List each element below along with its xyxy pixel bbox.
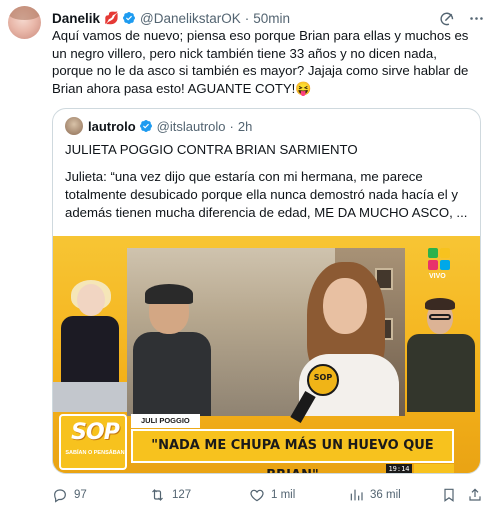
author-name[interactable]: Danelik bbox=[52, 11, 100, 26]
share-button[interactable] bbox=[467, 486, 483, 504]
retweet-icon bbox=[152, 489, 163, 501]
reply-icon bbox=[54, 489, 66, 503]
retweet-button[interactable]: 127 bbox=[149, 486, 191, 504]
host-left bbox=[53, 280, 127, 412]
heart-icon bbox=[250, 489, 264, 502]
live-label: VIVO bbox=[429, 273, 446, 280]
quoted-header: lautrolo @itslautrolo · 2h bbox=[65, 117, 252, 135]
video-thumbnail[interactable]: SOP VIVO SOP SABÍAN O PENSÁBAN JULI POGG… bbox=[53, 236, 480, 473]
lower-third: SOP SABÍAN O PENSÁBAN JULI POGGIO "NADA … bbox=[53, 414, 480, 473]
quoted-tweet[interactable]: lautrolo @itslautrolo · 2h JULIETA POGGI… bbox=[52, 108, 481, 474]
quoted-author-name[interactable]: lautrolo bbox=[88, 119, 136, 134]
author-handle[interactable]: @DanelikstarOK bbox=[140, 11, 241, 26]
like-button[interactable]: 1 mil bbox=[249, 486, 295, 504]
show-subtitle: SABÍAN O PENSÁBAN bbox=[65, 450, 125, 456]
verified-badge-icon bbox=[123, 12, 135, 24]
host-right bbox=[405, 298, 477, 412]
quoted-avatar bbox=[65, 117, 83, 135]
tweet: Danelik 💋 @DanelikstarOK · 50min Aquí va… bbox=[0, 0, 495, 507]
bookmark-button[interactable] bbox=[441, 486, 457, 504]
like-count: 1 mil bbox=[271, 489, 296, 501]
mic-label: SOP bbox=[313, 373, 333, 382]
tweet-text: Aquí vamos de nuevo; piensa eso porque B… bbox=[52, 28, 469, 96]
reply-button[interactable]: 97 bbox=[52, 486, 87, 504]
views-button[interactable]: 36 mil bbox=[348, 486, 401, 504]
quoted-time[interactable]: 2h bbox=[238, 119, 252, 134]
headline-text: "NADA ME CHUPA MÁS UN HUEVO QUE BRIAN" bbox=[151, 438, 434, 473]
views-icon bbox=[350, 489, 363, 501]
share-icon bbox=[469, 488, 481, 501]
quoted-text: Julieta: “una vez dijo que estaría con m… bbox=[65, 169, 468, 220]
more-icon[interactable] bbox=[468, 10, 485, 27]
clock: 19:14 bbox=[386, 464, 412, 473]
channel-logo-icon bbox=[428, 248, 450, 270]
lips-emoji: 💋 bbox=[104, 11, 119, 25]
man-figure bbox=[133, 284, 211, 416]
author-avatar[interactable] bbox=[8, 6, 41, 39]
bookmark-icon bbox=[444, 488, 454, 502]
views-count: 36 mil bbox=[370, 489, 401, 501]
reply-count: 97 bbox=[74, 489, 87, 501]
tweet-time[interactable]: 50min bbox=[253, 11, 290, 26]
headline-bar: "NADA ME CHUPA MÁS UN HUEVO QUE BRIAN" bbox=[131, 429, 454, 473]
quoted-author-handle[interactable]: @itslautrolo bbox=[157, 119, 226, 134]
show-logo: SOP bbox=[71, 420, 120, 445]
grok-icon[interactable] bbox=[439, 10, 456, 27]
retweet-count: 127 bbox=[172, 489, 192, 501]
separator-dot: · bbox=[229, 118, 234, 134]
tweet-header: Danelik 💋 @DanelikstarOK · 50min bbox=[52, 9, 485, 27]
street-interview-frame: SOP bbox=[127, 248, 405, 423]
name-tag: JULI POGGIO bbox=[131, 414, 200, 428]
header-icons bbox=[439, 10, 485, 27]
quoted-title: JULIETA POGGIO CONTRA BRIAN SARMIENTO bbox=[65, 142, 358, 157]
action-bar: 97 127 1 mil 36 mil bbox=[52, 486, 482, 504]
verified-badge-icon bbox=[139, 120, 152, 132]
clock-pill bbox=[414, 464, 454, 473]
show-logo-box: SOP SABÍAN O PENSÁBAN bbox=[59, 414, 127, 470]
separator-dot: · bbox=[244, 10, 250, 26]
